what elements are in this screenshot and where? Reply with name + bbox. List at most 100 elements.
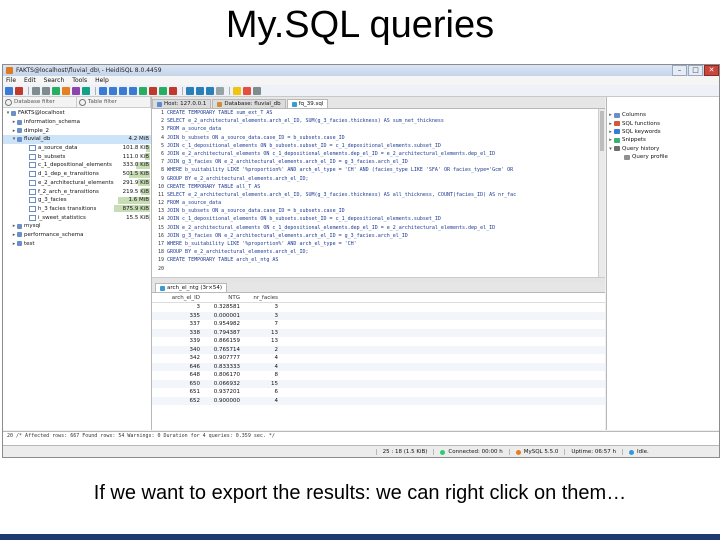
refresh-icon[interactable]	[52, 86, 60, 95]
table-row[interactable]: 652 0.900000 4	[152, 396, 605, 405]
table-cell[interactable]: 7	[243, 321, 281, 327]
last-icon[interactable]	[129, 86, 137, 95]
table-cell[interactable]: 3	[243, 304, 281, 310]
table-row[interactable]: 648 0.806170 8	[152, 371, 605, 380]
tree-db-item[interactable]: ▾ FAKTS@localhost	[3, 109, 151, 118]
tree-db-item[interactable]: ▸ test	[3, 239, 151, 248]
prev-icon[interactable]	[109, 86, 117, 95]
column-header[interactable]: nr_facies	[243, 295, 281, 301]
helper-item[interactable]: ▸ Snippets	[607, 136, 719, 144]
table-cell[interactable]: 0.000001	[203, 313, 243, 319]
table-cell[interactable]: 650	[152, 381, 203, 387]
run-selection-icon[interactable]	[196, 86, 204, 95]
table-cell[interactable]: 651	[152, 389, 203, 395]
table-cell[interactable]: 0.937201	[203, 389, 243, 395]
helper-item[interactable]: ▸ SQL keywords	[607, 128, 719, 136]
expand-icon[interactable]: ▸	[607, 112, 614, 118]
table-cell[interactable]: 0.328581	[203, 304, 243, 310]
table-cell[interactable]: 0.907777	[203, 355, 243, 361]
help-icon[interactable]	[233, 86, 241, 95]
result-tab[interactable]: arch_el_ntg (3r×54)	[155, 283, 227, 292]
expand-icon[interactable]: ▸	[607, 129, 614, 135]
table-row[interactable]: 337 0.954982 7	[152, 320, 605, 329]
tab-host[interactable]: Host: 127.0.0.1	[152, 99, 212, 108]
table-cell[interactable]: 648	[152, 372, 203, 378]
stop-icon[interactable]	[253, 86, 261, 95]
donate-icon[interactable]	[243, 86, 251, 95]
expand-icon[interactable]: ▸	[607, 137, 614, 143]
table-row[interactable]: 339 0.866159 13	[152, 337, 605, 346]
tree-table-item[interactable]: f_2_arch_e_transitions 219.5 KiB	[3, 187, 151, 196]
table-cell[interactable]: 4	[243, 398, 281, 404]
run-icon[interactable]	[186, 86, 194, 95]
table-cell[interactable]: 339	[152, 338, 203, 344]
table-cell[interactable]: 335	[152, 313, 203, 319]
first-icon[interactable]	[99, 86, 107, 95]
tree-table-item[interactable]: a_source_data 101.8 KiB	[3, 144, 151, 153]
table-cell[interactable]: 0.765714	[203, 347, 243, 353]
menu-help[interactable]: Help	[95, 77, 109, 84]
tree-table-item[interactable]: e_2_architectural_elements 291.9 KiB	[3, 179, 151, 188]
disconnect-icon[interactable]	[15, 86, 23, 95]
database-filter[interactable]: Database filter	[3, 97, 77, 107]
editor-scrollbar[interactable]	[598, 109, 605, 277]
helper-item[interactable]: Query profile	[607, 153, 719, 161]
tree-db-item[interactable]: ▸ information_schema	[3, 118, 151, 127]
column-header[interactable]: arch_el_ID	[152, 295, 203, 301]
table-cell[interactable]: 4	[243, 355, 281, 361]
helper-item[interactable]: ▸ Columns	[607, 111, 719, 119]
table-cell[interactable]: 0.066932	[203, 381, 243, 387]
menu-search[interactable]: Search	[44, 77, 65, 84]
table-cell[interactable]: 0.866159	[203, 338, 243, 344]
table-cell[interactable]: 652	[152, 398, 203, 404]
table-cell[interactable]: 0.794387	[203, 330, 243, 336]
apply-icon[interactable]	[159, 86, 167, 95]
table-row[interactable]: 335 0.000001 3	[152, 311, 605, 320]
delete-row-icon[interactable]	[149, 86, 157, 95]
tree-db-item[interactable]: ▾ fluvial_db 4.2 MiB	[3, 135, 151, 144]
menu-edit[interactable]: Edit	[24, 77, 36, 84]
tree-table-item[interactable]: d_1_dep_e_transitions 501.5 KiB	[3, 170, 151, 179]
table-cell[interactable]: 0.806170	[203, 372, 243, 378]
close-button[interactable]: ✕	[704, 65, 719, 76]
table-cell[interactable]: 342	[152, 355, 203, 361]
table-cell[interactable]: 4	[243, 364, 281, 370]
helper-item[interactable]: ▾ Query history	[607, 145, 719, 153]
table-cell[interactable]: 6	[243, 389, 281, 395]
export-icon[interactable]	[82, 86, 90, 95]
table-row[interactable]: 650 0.066932 15	[152, 379, 605, 388]
table-row[interactable]: 340 0.765714 2	[152, 345, 605, 354]
table-cell[interactable]: 0.954982	[203, 321, 243, 327]
table-cell[interactable]: 3	[243, 313, 281, 319]
table-cell[interactable]: 15	[243, 381, 281, 387]
tree-table-item[interactable]: h_3 facies transitions 875.9 KiB	[3, 205, 151, 214]
table-cell[interactable]: 8	[243, 372, 281, 378]
table-row[interactable]: 342 0.907777 4	[152, 354, 605, 363]
table-cell[interactable]: 2	[243, 347, 281, 353]
explain-icon[interactable]	[206, 86, 214, 95]
table-cell[interactable]: 0.900000	[203, 398, 243, 404]
sql-editor[interactable]: 1 CREATE TEMPORARY TABLE sum_ext_T AS 2 SEL…	[152, 109, 605, 278]
tree-table-item[interactable]: i_sweet_statistics 15.5 KiB	[3, 213, 151, 222]
connect-icon[interactable]	[5, 86, 13, 95]
menu-tools[interactable]: Tools	[72, 77, 87, 84]
table-cell[interactable]: 13	[243, 330, 281, 336]
user-manager-icon[interactable]	[62, 86, 70, 95]
maximize-button[interactable]: □	[688, 65, 703, 76]
menu-file[interactable]: File	[6, 77, 16, 84]
tab-database[interactable]: Database: fluvial_db	[212, 99, 286, 108]
maintenance-icon[interactable]	[72, 86, 80, 95]
tree-db-item[interactable]: ▸ performance_schema	[3, 231, 151, 240]
minimize-button[interactable]: –	[672, 65, 687, 76]
format-icon[interactable]	[216, 86, 224, 95]
tree-table-item[interactable]: g_3_facies 1.6 MiB	[3, 196, 151, 205]
table-row[interactable]: 3 0.328581 3	[152, 303, 605, 312]
tab-query[interactable]: fq_39.sql	[286, 99, 329, 108]
expand-icon[interactable]: ▸	[607, 121, 614, 127]
table-cell[interactable]: 340	[152, 347, 203, 353]
tree-table-item[interactable]: c_1_depositional_elements 333.0 KiB	[3, 161, 151, 170]
add-row-icon[interactable]	[139, 86, 147, 95]
scroll-thumb[interactable]	[600, 111, 604, 151]
column-header[interactable]: NTG	[203, 295, 243, 301]
table-row[interactable]: 338 0.794387 13	[152, 328, 605, 337]
